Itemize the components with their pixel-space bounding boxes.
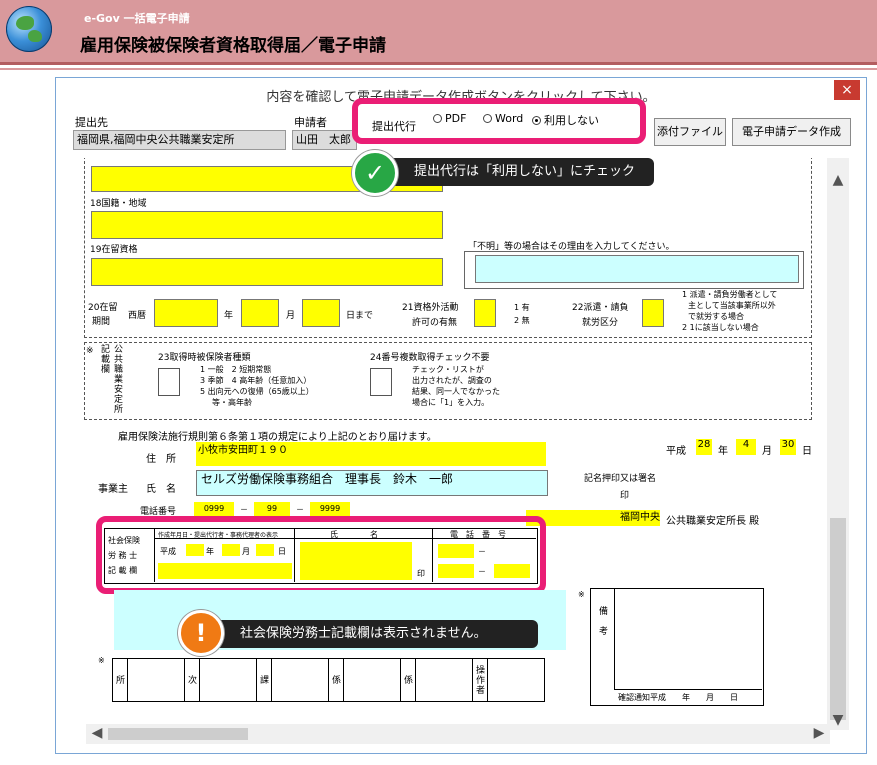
field-22-label: 22派遣・請負 [572, 303, 629, 313]
field-23-input[interactable] [158, 368, 180, 396]
address-label: 住 所 [146, 454, 176, 465]
globe-icon [6, 6, 52, 52]
field-22-label-b: 就労区分 [582, 318, 619, 328]
office-suffix: 公共職業安定所長 殿 [666, 516, 760, 527]
field-21-label: 21資格外活動 [402, 303, 459, 313]
side-note-mark: ※ [86, 346, 94, 356]
field-24-note-2: 出力されたが、調査の [412, 376, 492, 385]
date-year-unit: 年 [718, 446, 728, 457]
name-label: 氏 名 [146, 484, 176, 495]
applicant-label: 申請者 [294, 116, 327, 129]
app-title: 雇用保険被保険者資格取得届／電子申請 [80, 36, 386, 56]
submit-to-field: 福岡県,福岡中央公共職業安定所 [73, 130, 286, 150]
remarks-label: 備 考 [597, 606, 607, 636]
year-unit: 年 [224, 311, 234, 321]
check-icon: ✓ [352, 150, 398, 196]
field-22-note-1: 1 派遣・請負労働者として [682, 290, 778, 299]
date-year[interactable]: 28 [696, 439, 712, 455]
field-18-input[interactable] [91, 211, 443, 239]
phone-part-2[interactable]: 99 [254, 502, 290, 516]
field-20-day[interactable] [302, 299, 340, 327]
close-button[interactable]: × [834, 80, 860, 100]
date-month-unit: 月 [762, 446, 772, 457]
field-20-label: 20在留 [88, 303, 118, 313]
stamp-mark: ※ [98, 656, 105, 665]
field-23-label: 23取得時被保険者種類 [158, 353, 251, 363]
employer-label: 事業主 [98, 484, 128, 495]
header-divider [0, 62, 877, 65]
field-19-label: 19在留資格 [90, 245, 138, 255]
field-24-label: 24番号複数取得チェック不要 [370, 353, 490, 363]
field-22-note-3: で就労する場合 [688, 312, 744, 321]
address-input[interactable]: 小牧市安田町１９０ [196, 442, 546, 466]
confirm-text: 確認通知平成 年 月 日 [618, 693, 738, 702]
field-22-note-4: 2 1に該当しない場合 [682, 323, 759, 332]
field-24-note-1: チェック・リストが [412, 365, 484, 374]
vertical-scroll-thumb[interactable] [830, 518, 846, 720]
field-21-opt2: 2 無 [514, 316, 530, 325]
field-24-note-4: 場合に「1」を入力。 [412, 398, 490, 407]
app-header: e-Gov 一括電子申請 雇用保険被保険者資格取得届／電子申請 [0, 0, 877, 62]
date-era: 平成 [666, 446, 686, 457]
field-21-label-b: 許可の有無 [412, 318, 458, 328]
employer-name-input[interactable]: セルズ労働保険事務組合 理事長 鈴木 一郎 [196, 470, 548, 496]
field-21-input[interactable] [474, 299, 496, 327]
app-subtitle: e-Gov 一括電子申請 [84, 12, 190, 25]
applicant-field: 山田 太郎 [292, 130, 357, 150]
field-18-label: 18国籍・地域 [90, 199, 147, 209]
month-unit: 月 [286, 311, 296, 321]
field-23-opt-4: 等・高年齢 [212, 398, 252, 407]
era-seireki: 西暦 [128, 311, 147, 321]
office-input[interactable]: 福岡中央 [526, 510, 660, 526]
field-23-opt-3: 5 出向元への復帰（65歳以上） [200, 387, 314, 396]
horizontal-scroll-thumb[interactable] [108, 728, 248, 740]
create-data-button[interactable]: 電子申請データ作成 [732, 118, 851, 146]
field-24-input[interactable] [370, 368, 392, 396]
unknown-reason-input[interactable] [475, 255, 799, 283]
field-23-opt-1: 1 一般 2 短期常態 [200, 365, 272, 374]
field-24-note-3: 結果、同一人でなかった [412, 387, 500, 396]
proxy-highlight-box [352, 98, 646, 144]
exclamation-icon: ! [178, 610, 224, 656]
sharoushi-highlight-box [96, 516, 546, 594]
field-20-year[interactable] [154, 299, 218, 327]
remarks-mark: ※ [578, 590, 585, 599]
phone-part-1[interactable]: 0999 [194, 502, 234, 516]
field-23-opt-2: 3 季節 4 高年齢（任意加入） [200, 376, 312, 385]
scroll-left-icon[interactable]: ◀ [88, 725, 106, 741]
field-20-label-b: 期間 [92, 317, 111, 327]
horizontal-scrollbar[interactable]: ◀ ▶ [86, 724, 830, 744]
header-divider-thin [0, 68, 877, 70]
field-19-input[interactable] [91, 258, 443, 286]
attach-file-button[interactable]: 添付ファイル [654, 118, 726, 146]
side-note-text: 公共職業安定所記載欄 [99, 344, 122, 414]
seal-mark: 印 [620, 491, 630, 501]
submit-to-label: 提出先 [75, 116, 108, 129]
day-until: 日まで [346, 311, 374, 321]
scroll-right-icon[interactable]: ▶ [810, 725, 828, 741]
date-day[interactable]: 30 [780, 439, 796, 455]
stamp-table: 所 次 課 係 係 操作者 [112, 658, 545, 702]
phone-sep-2: － [296, 505, 304, 514]
ok-callout: 提出代行は「利用しない」にチェック [378, 158, 654, 186]
phone-part-3[interactable]: 9999 [310, 502, 350, 516]
warn-callout: 社会保険労務士記載欄は表示されません。 [204, 620, 538, 648]
phone-sep-1: － [240, 505, 248, 514]
scroll-down-icon[interactable]: ▼ [829, 712, 847, 728]
date-month[interactable]: 4 [736, 439, 756, 455]
scroll-up-icon[interactable]: ▲ [829, 172, 847, 188]
field-22-input[interactable] [642, 299, 664, 327]
vertical-scrollbar[interactable]: ▲ ▼ [827, 158, 849, 730]
field-21-opt1: 1 有 [514, 303, 530, 312]
seal-note: 記名押印又は署名 [584, 474, 657, 484]
date-day-unit: 日 [802, 446, 812, 457]
field-22-note-2: 主として当該事業所以外 [688, 301, 776, 310]
field-20-month[interactable] [241, 299, 279, 327]
declaration-text: 雇用保険法施行規則第６条第１項の規定により上記のとおり届けます。 [118, 432, 437, 443]
